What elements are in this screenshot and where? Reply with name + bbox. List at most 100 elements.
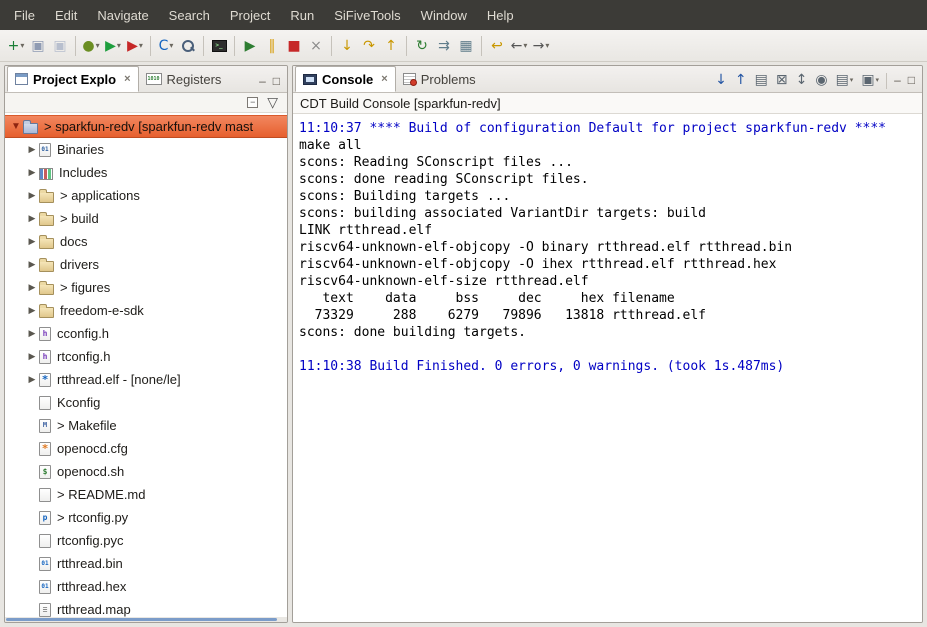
tree-item-openocd-cfg[interactable]: openocd.cfg [5,437,287,460]
project-tree[interactable]: ▼> sparkfun-redv [sparkfun-redv mast▶Bin… [5,113,287,617]
minimize-button[interactable]: – [894,74,901,86]
expand-arrow-icon[interactable]: ▶ [25,305,39,316]
menu-edit[interactable]: Edit [45,0,87,30]
expand-arrow-icon[interactable]: ▶ [25,167,39,178]
tree-item-rtthread-elf-none-le[interactable]: ▶rtthread.elf - [none/le] [5,368,287,391]
open-console-button[interactable]: ▣▾ [861,73,879,87]
last-edit-location-icon: ↩ [491,39,503,53]
scroll-lock-button[interactable]: ↕ [796,73,808,87]
expand-arrow-icon[interactable]: ▶ [25,144,39,155]
tree-item-kconfig[interactable]: Kconfig [5,391,287,414]
instruction-stepping-button[interactable]: ⇉ [433,34,455,58]
expand-arrow-icon[interactable]: ▶ [25,236,39,247]
tree-item-readme-md[interactable]: > README.md [5,483,287,506]
tree-item-binaries[interactable]: ▶Binaries [5,138,287,161]
tree-item-drivers[interactable]: ▶drivers [5,253,287,276]
step-over-button[interactable]: ↷ [358,34,380,58]
expand-arrow-icon[interactable]: ▶ [25,190,39,201]
collapse-all-button[interactable]: − [247,97,258,108]
dropdown-arrow-icon[interactable]: ▾ [876,77,880,84]
external-tools-button[interactable]: ▶▾ [124,34,146,58]
resume-button[interactable]: ▶ [239,34,261,58]
tree-item-rtconfig-py[interactable]: > rtconfig.py [5,506,287,529]
tree-item-includes[interactable]: ▶Includes [5,161,287,184]
tab-problems[interactable]: Problems [396,66,483,92]
save-all-button[interactable]: ▣ [49,34,71,58]
horizontal-scrollbar[interactable] [5,617,287,622]
step-into-button[interactable]: ↓ [336,34,358,58]
tree-item-makefile[interactable]: > Makefile [5,414,287,437]
menu-file[interactable]: File [4,0,45,30]
tree-item-docs[interactable]: ▶docs [5,230,287,253]
close-icon[interactable]: × [381,74,387,85]
expand-arrow-icon[interactable]: ▶ [25,259,39,270]
tree-item-rtthread-hex[interactable]: rtthread.hex [5,575,287,598]
dropdown-arrow-icon[interactable]: ▾ [139,41,143,50]
memory-view-button[interactable]: ▦ [455,34,477,58]
dropdown-arrow-icon[interactable]: ▾ [117,41,121,50]
debug-button[interactable]: ●▾ [80,34,102,58]
tree-item-figures[interactable]: ▶> figures [5,276,287,299]
pin-console-button[interactable]: ◉ [815,73,827,87]
step-return-button[interactable]: ↑ [380,34,402,58]
save-button[interactable]: ▣ [27,34,49,58]
terminate-button[interactable]: ■ [283,34,305,58]
back-button[interactable]: ←▾ [508,34,530,58]
menu-project[interactable]: Project [220,0,280,30]
menu-sifivetools[interactable]: SiFiveTools [324,0,410,30]
tree-item-rtconfig-h[interactable]: ▶rtconfig.h [5,345,287,368]
tree-item-build[interactable]: ▶> build [5,207,287,230]
menu-help[interactable]: Help [477,0,524,30]
suspend-button[interactable]: ‖ [261,34,283,58]
tree-item-freedom-e-sdk[interactable]: ▶freedom-e-sdk [5,299,287,322]
previous-error-button[interactable]: ↑ [735,73,747,87]
disconnect-button[interactable]: × [305,34,327,58]
next-error-button[interactable]: ↓ [715,73,727,87]
expand-arrow-icon[interactable]: ▶ [25,213,39,224]
dropdown-arrow-icon[interactable]: ▾ [20,41,24,50]
tree-item-rtthread-bin[interactable]: rtthread.bin [5,552,287,575]
last-edit-location-button[interactable]: ↩ [486,34,508,58]
dropdown-arrow-icon[interactable]: ▾ [523,41,527,50]
new-wizard-button[interactable]: +▾ [5,34,27,58]
expand-arrow-icon[interactable]: ▶ [25,374,39,385]
tree-item-rtthread-map[interactable]: rtthread.map [5,598,287,617]
close-icon[interactable]: × [124,74,130,85]
copy-build-log-button[interactable]: ▤ [755,73,768,87]
collapse-arrow-icon[interactable]: ▼ [9,121,23,132]
tree-item-openocd-sh[interactable]: openocd.sh [5,460,287,483]
copy-build-log-icon: ▤ [755,73,768,87]
dropdown-arrow-icon[interactable]: ▾ [169,41,173,50]
dropdown-arrow-icon[interactable]: ▾ [96,41,100,50]
expand-arrow-icon[interactable]: ▶ [25,282,39,293]
tree-item-sparkfun-redv-sparkfun-redv-mast[interactable]: ▼> sparkfun-redv [sparkfun-redv mast [5,115,287,138]
forward-button[interactable]: →▾ [530,34,552,58]
clear-console-button[interactable]: ⊠ [776,73,788,87]
open-terminal-button[interactable] [208,34,230,58]
tree-item-rtconfig-pyc[interactable]: rtconfig.pyc [5,529,287,552]
scrollbar-thumb[interactable] [6,618,277,621]
dropdown-arrow-icon[interactable]: ▾ [850,77,854,84]
menu-search[interactable]: Search [159,0,220,30]
tab-project-explorer[interactable]: Project Explo × [7,66,139,92]
maximize-button[interactable]: □ [273,75,280,87]
dropdown-arrow-icon[interactable]: ▾ [545,41,549,50]
restart-button[interactable]: ↻ [411,34,433,58]
display-selected-console-button[interactable]: ▤▾ [836,73,854,87]
minimize-button[interactable]: – [259,75,266,87]
new-c-cpp-project-button[interactable]: C▾ [155,34,177,58]
tree-item-cconfig-h[interactable]: ▶cconfig.h [5,322,287,345]
menu-navigate[interactable]: Navigate [87,0,158,30]
run-button[interactable]: ▶▾ [102,34,124,58]
menu-run[interactable]: Run [280,0,324,30]
menu-window[interactable]: Window [411,0,477,30]
console-output[interactable]: 11:10:37 **** Build of configuration Def… [293,114,922,622]
tree-item-applications[interactable]: ▶> applications [5,184,287,207]
maximize-button[interactable]: □ [908,74,915,86]
expand-arrow-icon[interactable]: ▶ [25,351,39,362]
tab-console[interactable]: Console × [295,66,396,92]
view-menu-button[interactable]: ▽ [267,96,278,110]
search-button[interactable] [177,34,199,58]
tab-registers[interactable]: Registers [139,66,229,92]
expand-arrow-icon[interactable]: ▶ [25,328,39,339]
